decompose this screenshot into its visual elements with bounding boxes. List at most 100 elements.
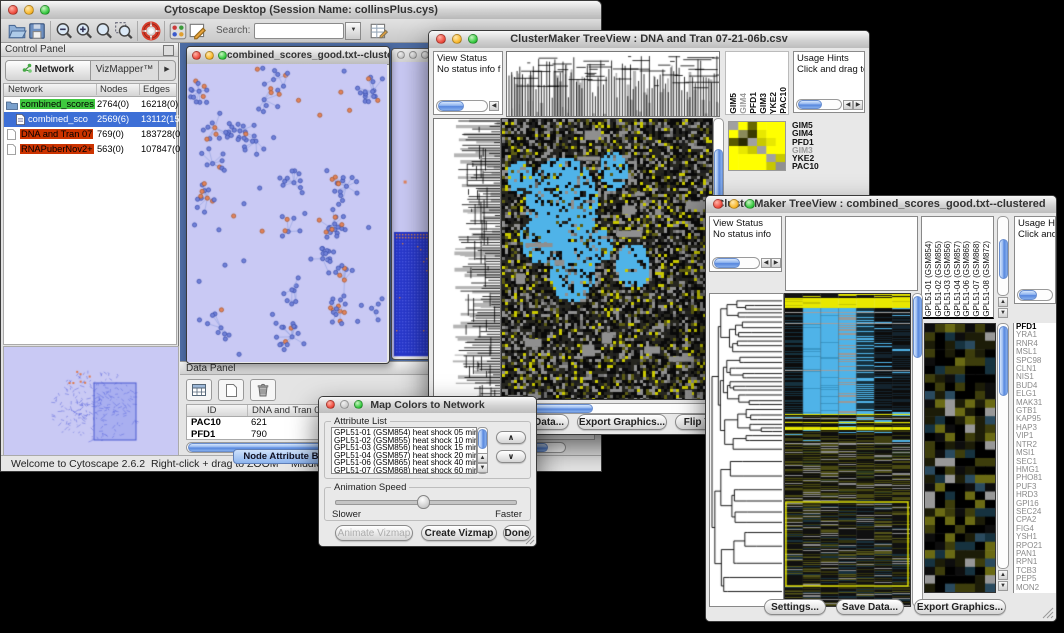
close-button[interactable] [192,51,201,60]
slower-label: Slower [332,509,361,520]
save-session-icon[interactable] [27,21,47,41]
similarity-row-labels: GIM5GIM4PFD1GIM3YKE2PAC10 [792,121,832,171]
close-button[interactable] [397,51,405,59]
zoom-out-icon[interactable] [54,21,74,41]
scroll-left-arrow[interactable]: ◀ [489,101,499,111]
animate-vizmap-button[interactable]: Animate Vizmap [335,525,413,541]
minimize-button[interactable] [452,34,462,44]
table-row[interactable]: combined_scores 2764(0) 16218(0) [4,97,176,112]
minimize-button[interactable] [205,51,214,60]
main-window-title: Cytoscape Desktop (Session Name: collins… [164,4,438,16]
tab-vizmapper[interactable]: VizMapper™ [91,61,159,80]
scroll-down-arrow[interactable]: ▼ [998,308,1008,318]
settings-button[interactable]: Settings... [764,599,826,615]
tab-network[interactable]: Network [6,61,91,80]
zoom-selected-icon[interactable] [114,21,134,41]
column-labels: GIM5GIM4PFD1GIM3YKE2PAC10 [725,51,789,115]
zoom-fit-icon[interactable] [94,21,114,41]
zoom-window-button[interactable] [745,199,755,209]
table-row[interactable]: DNA and Tran 07 769(0) 183728(0) [4,127,176,142]
speed-slider-thumb[interactable] [417,495,430,509]
vizmapper-shortcut-icon[interactable] [168,21,188,41]
zoom-v-scrollbar[interactable] [997,323,1009,569]
resize-grip[interactable] [1042,607,1054,619]
new-attribute-icon[interactable] [218,379,244,401]
scroll-down-arrow[interactable]: ▼ [998,581,1008,591]
zoom-in-icon[interactable] [74,21,94,41]
scroll-up-arrow[interactable]: ▲ [998,297,1008,307]
minimize-button [340,400,349,409]
create-vizmap-button[interactable]: Create Vizmap [421,525,497,541]
row-dendrogram[interactable] [709,293,784,607]
column-dendrogram-area[interactable] [785,216,918,291]
export-graphics-button[interactable]: Export Graphics... [914,599,1006,615]
global-v-scrollbar[interactable] [912,293,923,607]
scroll-right-arrow[interactable]: ▶ [853,100,863,110]
col-edges: Edges [139,84,170,95]
view-status-scrollbar[interactable] [712,257,760,269]
column-label: GPL51-06 (GSM865) [962,241,972,317]
column-label: GPL51-07 (GSM868) [972,241,982,317]
table-row-selected[interactable]: combined_sco 2569(6) 13112(15) [4,112,176,127]
row-dendrogram[interactable] [433,118,501,400]
zoom-window-button[interactable] [218,51,227,60]
usage-hints-scrollbar[interactable] [796,99,842,110]
birds-eye-view[interactable] [3,346,179,456]
similarity-heatmap[interactable] [728,121,786,171]
search-input[interactable] [254,23,344,39]
folder-icon [6,100,18,110]
heatmap-zoom[interactable] [924,323,996,593]
close-button[interactable] [713,199,723,209]
open-file-icon[interactable] [7,21,27,41]
tab-overflow-button[interactable]: ▶ [159,61,175,80]
attribute-list-item[interactable]: GPL51-04 (GSM857) heat shock 20 min [334,452,476,460]
annotation-icon[interactable] [188,21,208,41]
attribute-list-item[interactable]: GPL51-06 (GSM865) heat shock 40 min [334,459,476,467]
close-button[interactable] [8,5,18,15]
column-dendrogram[interactable] [506,51,720,117]
heatmap-global[interactable] [784,293,911,607]
attribute-list-item[interactable]: GPL51-03 (GSM856) heat shock 15 min [334,444,476,452]
attribute-list-item[interactable]: GPL51-07 (GSM868) heat shock 60 min [334,467,476,474]
export-graphics-button[interactable]: Export Graphics... [577,414,667,430]
column-label: GIM3 [759,93,768,114]
minimize-button[interactable] [409,51,417,59]
labels-v-scrollbar[interactable] [997,216,1009,296]
float-panel-icon[interactable] [163,45,174,56]
scroll-left-arrow[interactable]: ◀ [843,100,853,110]
view-status-scrollbar[interactable] [436,100,488,112]
zoom-window-button[interactable] [468,34,478,44]
attribute-list-label: Attribute List [331,416,390,427]
scroll-up-arrow[interactable]: ▲ [477,453,488,463]
attribute-browser-icon[interactable] [369,21,389,41]
save-data-button[interactable]: Save Data... [836,599,904,615]
help-lifesaver-icon[interactable] [141,21,161,41]
zoom-window-button[interactable] [354,400,363,409]
attribute-list-item[interactable]: GPL51-02 (GSM855) heat shock 10 min [334,437,476,445]
main-title-bar[interactable]: Cytoscape Desktop (Session Name: collins… [1,1,601,20]
table-row[interactable]: RNAPuberNov2+ 563(0) 107847(0) [4,142,176,157]
close-button[interactable] [436,34,446,44]
attribute-list-item[interactable]: GPL51-01 (GSM854) heat shock 05 min [334,429,476,437]
resize-grip[interactable] [525,535,535,545]
minimize-button[interactable] [729,199,739,209]
scroll-down-arrow[interactable]: ▼ [477,463,488,473]
dialog-title: Map Colors to Network [370,399,484,411]
zoom-window-button[interactable] [40,5,50,15]
network-table-header[interactable]: Network Nodes Edges [4,84,176,97]
attribute-list[interactable]: GPL51-01 (GSM854) heat shock 05 minGPL51… [331,427,477,474]
network-canvas[interactable] [187,64,387,362]
close-button[interactable] [326,400,335,409]
scroll-left-arrow[interactable]: ◀ [761,258,771,268]
search-dropdown-button[interactable]: ▼ [345,22,361,40]
delete-attribute-trash-icon[interactable] [250,379,276,401]
heatmap-main[interactable] [501,118,713,400]
move-up-button[interactable]: ∧ [496,431,526,444]
move-down-button[interactable]: ∨ [496,450,526,463]
usage-hints-scrollbar[interactable] [1017,289,1053,301]
data-table-icon[interactable] [186,379,212,401]
minimize-button[interactable] [24,5,34,15]
scroll-right-arrow[interactable]: ▶ [771,258,781,268]
scroll-up-arrow[interactable]: ▲ [998,570,1008,580]
gene-label[interactable]: MON2 [1016,584,1056,592]
